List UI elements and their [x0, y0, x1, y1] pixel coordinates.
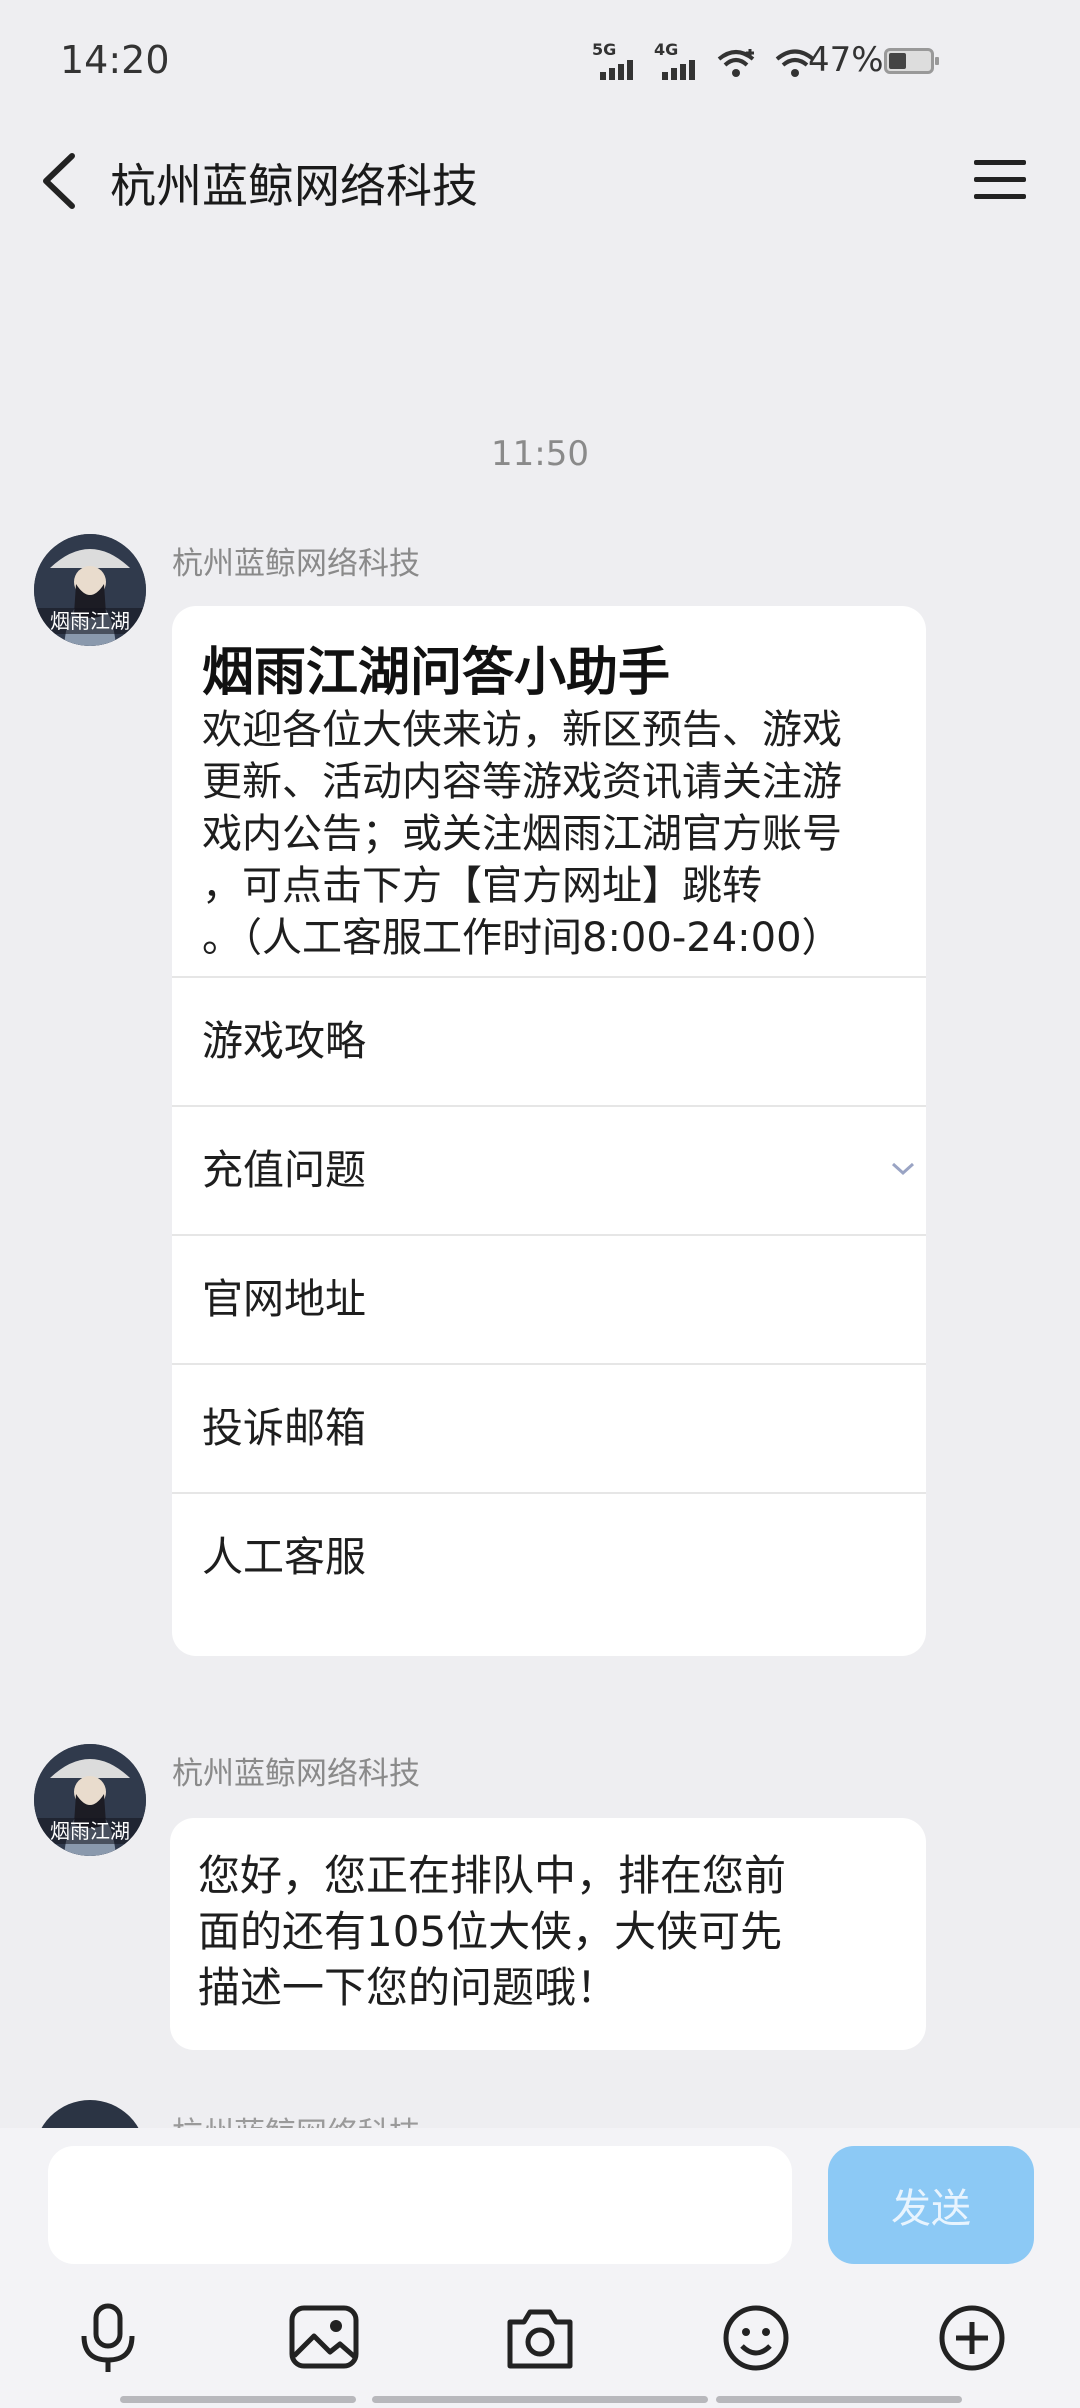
faq-card: 烟雨江湖问答小助手 欢迎各位大侠来访，新区预告、游戏 更新、活动内容等游戏资讯请…	[172, 606, 926, 1656]
card-description: 欢迎各位大侠来访，新区预告、游戏 更新、活动内容等游戏资讯请关注游 戏内公告；或…	[202, 707, 842, 961]
svg-text:烟雨江湖: 烟雨江湖	[50, 1819, 130, 1843]
image-icon[interactable]	[286, 2300, 362, 2376]
avatar[interactable]: 烟雨江湖	[34, 1744, 146, 1856]
option-game-guide[interactable]: 游戏攻略	[172, 978, 926, 1107]
back-arrow-icon[interactable]	[34, 150, 90, 212]
home-indicator	[372, 2396, 708, 2403]
avatar[interactable]: 烟雨江湖	[34, 534, 146, 646]
message-bubble: 您好，您正在排队中，排在您前 面的还有105位大侠，大侠可先 描述一下您的问题哦…	[170, 1818, 926, 2050]
sender-name: 杭州蓝鲸网络科技	[172, 546, 420, 582]
status-bar: 14:20 5G 4G 47%	[0, 0, 1080, 120]
sender-name: 杭州蓝鲸网络科技	[172, 1756, 420, 1792]
message-input[interactable]	[48, 2146, 792, 2264]
signal-5g-icon: 5G	[592, 40, 638, 84]
battery-icon	[884, 48, 939, 74]
card-header: 烟雨江湖问答小助手 欢迎各位大侠来访，新区预告、游戏 更新、活动内容等游戏资讯请…	[172, 606, 926, 978]
signal-4g-icon: 4G	[654, 40, 700, 84]
home-indicator	[716, 2396, 962, 2403]
option-recharge[interactable]: 充值问题	[172, 1107, 926, 1236]
svg-text:烟雨江湖: 烟雨江湖	[50, 609, 130, 633]
battery-percent: 47%	[808, 40, 884, 80]
avatar-image: 烟雨江湖	[34, 1744, 146, 1856]
chat-timestamp: 11:50	[491, 434, 589, 474]
home-indicator	[120, 2396, 356, 2403]
emoji-icon[interactable]	[718, 2300, 794, 2376]
camera-icon[interactable]	[502, 2300, 578, 2376]
microphone-icon[interactable]	[70, 2300, 146, 2376]
card-title: 烟雨江湖问答小助手	[202, 643, 671, 703]
chat-title: 杭州蓝鲸网络科技	[110, 159, 478, 213]
send-button[interactable]: 发送	[828, 2146, 1034, 2264]
chevron-down-icon	[891, 1162, 915, 1176]
status-time: 14:20	[60, 38, 170, 82]
option-human-service[interactable]: 人工客服	[172, 1494, 926, 1623]
wifi-plus-icon	[717, 49, 755, 77]
plus-icon[interactable]	[934, 2300, 1010, 2376]
option-complaint-email[interactable]: 投诉邮箱	[172, 1365, 926, 1494]
menu-icon[interactable]	[970, 152, 1030, 208]
option-official-site[interactable]: 官网地址	[172, 1236, 926, 1365]
avatar-image: 烟雨江湖	[34, 534, 146, 646]
